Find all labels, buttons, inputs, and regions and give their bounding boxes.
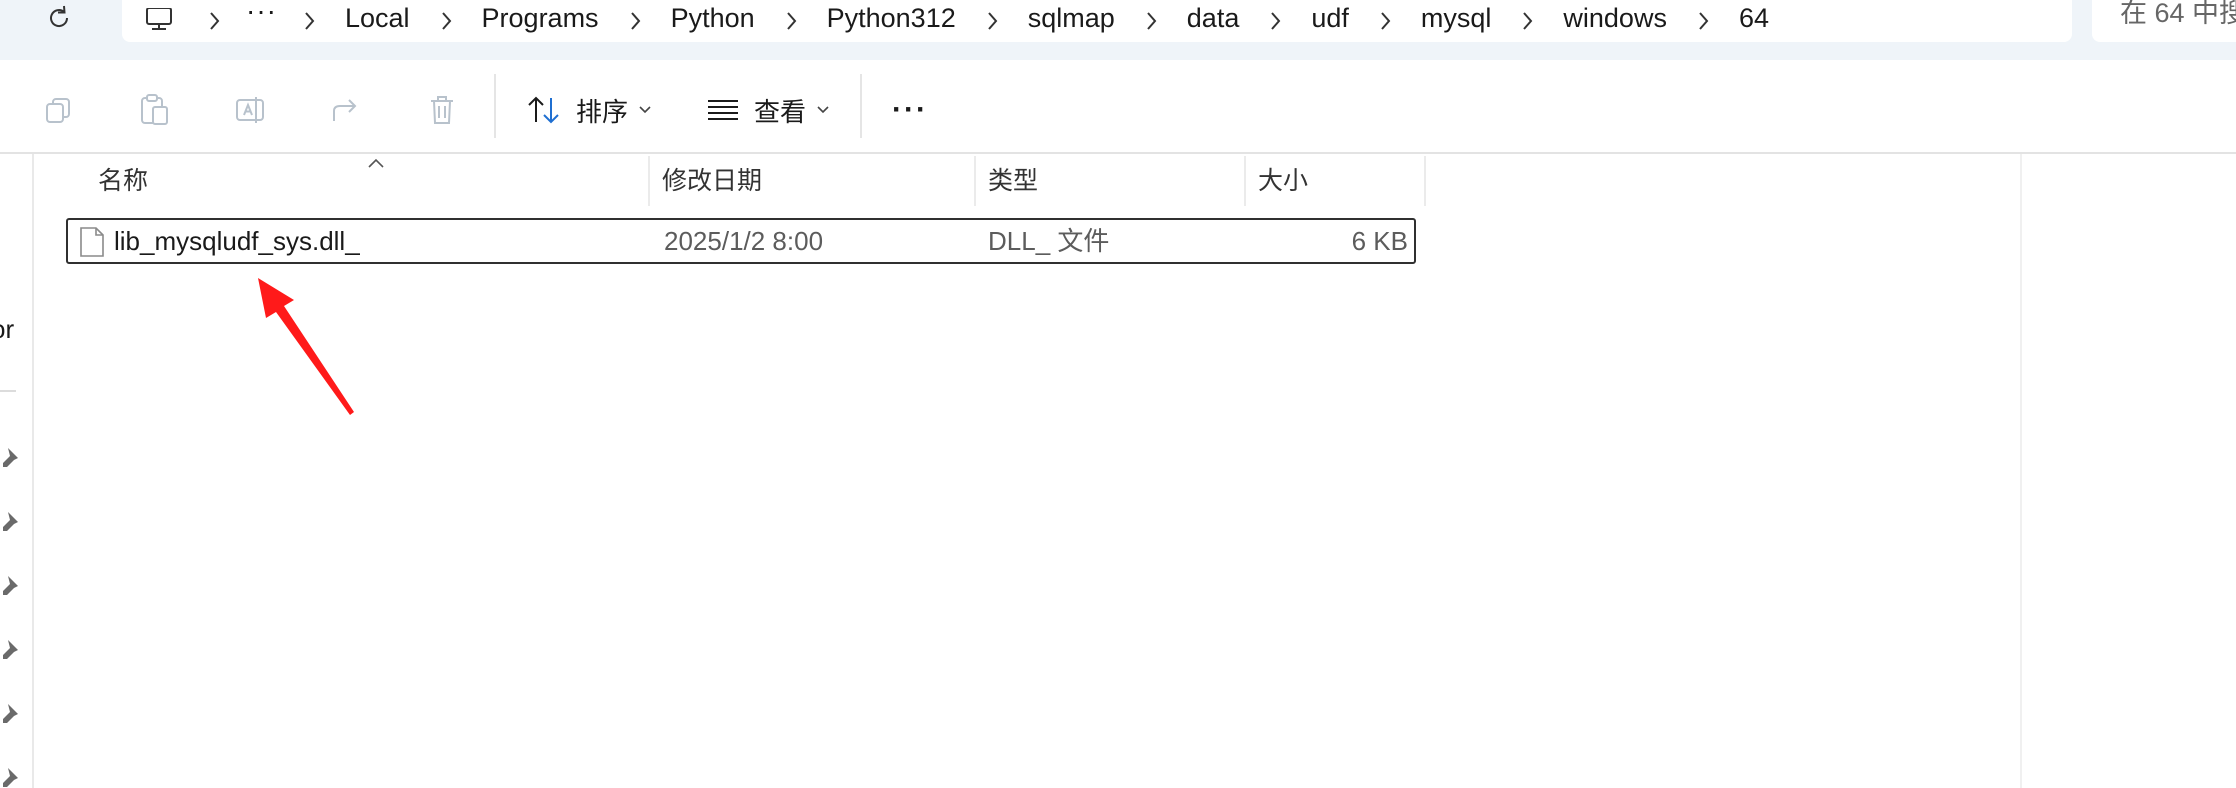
chevron-right-icon[interactable]	[964, 6, 1020, 36]
chevron-right-icon[interactable]	[1499, 6, 1555, 36]
file-type: DLL_ 文件	[988, 226, 1110, 256]
rename-icon	[236, 97, 264, 123]
pin-icon	[3, 640, 18, 659]
chevron-right-icon[interactable]	[607, 6, 663, 36]
chevron-right-icon	[281, 6, 337, 36]
column-header-modified[interactable]: 修改日期	[650, 156, 974, 206]
toolbar-divider	[860, 74, 862, 138]
breadcrumb-sqlmap[interactable]: sqlmap	[1020, 5, 1123, 36]
column-headers: 名称 修改日期 类型 大小	[64, 156, 1426, 206]
pin-icon	[3, 448, 18, 467]
pin-icon	[3, 704, 18, 723]
view-button[interactable]: 查看	[706, 88, 830, 132]
breadcrumb-python[interactable]: Python	[663, 5, 763, 36]
file-name[interactable]: lib_mysqludf_sys.dll_	[114, 220, 360, 262]
paste-icon	[141, 94, 168, 125]
this-pc-crumb[interactable]	[144, 6, 186, 36]
breadcrumb-mysql[interactable]: mysql	[1413, 5, 1500, 36]
toolbar-divider	[494, 74, 496, 138]
column-header-name[interactable]: 名称	[64, 156, 648, 206]
chevron-right-icon[interactable]	[1247, 6, 1303, 36]
breadcrumb-udf[interactable]: udf	[1303, 5, 1357, 36]
nav-separator	[0, 390, 16, 392]
sort-icon	[528, 96, 559, 124]
address-row: ··· Local Programs Python Python312 sqlm…	[0, 0, 2236, 60]
chevron-right-icon[interactable]	[186, 6, 242, 36]
sort-label: 排序	[576, 96, 629, 127]
copy-icon	[46, 98, 70, 123]
breadcrumb-windows[interactable]: windows	[1555, 5, 1675, 36]
details-pane-divider	[2020, 154, 2022, 788]
this-pc-icon	[146, 8, 172, 30]
share-icon	[333, 99, 357, 121]
column-header-type[interactable]: 类型	[976, 156, 1246, 206]
paste-button[interactable]	[134, 90, 174, 130]
refresh-button[interactable]	[36, 0, 82, 36]
chevron-down-icon	[816, 105, 830, 115]
view-icon	[708, 100, 738, 120]
file-icon	[80, 227, 104, 257]
share-button[interactable]	[326, 90, 366, 130]
column-header-size[interactable]: 大小	[1246, 156, 1424, 206]
refresh-icon	[50, 5, 69, 27]
file-row[interactable]: lib_mysqludf_sys.dll_ 2025/1/2 8:00 DLL_…	[66, 218, 1416, 264]
copy-button[interactable]	[38, 90, 78, 130]
command-bar: 排序 查看 ···	[0, 60, 2236, 154]
navigation-pane: sor	[0, 154, 34, 788]
file-explorer-window: ··· Local Programs Python Python312 sqlm…	[0, 0, 2236, 788]
chevron-right-icon[interactable]	[418, 6, 474, 36]
more-options-button[interactable]: ···	[892, 88, 928, 132]
file-modified: 2025/1/2 8:00	[664, 226, 824, 256]
chevron-right-icon[interactable]	[1357, 6, 1413, 36]
nav-item-label[interactable]: sor	[0, 314, 14, 345]
pin-icon	[3, 576, 18, 595]
address-bar[interactable]: ··· Local Programs Python Python312 sqlm…	[122, 0, 2072, 42]
chevron-right-icon[interactable]	[1675, 6, 1731, 36]
chevron-right-icon[interactable]	[1123, 6, 1179, 36]
search-input[interactable]: 在 64 中搜	[2092, 0, 2236, 42]
delete-button[interactable]	[422, 90, 462, 130]
file-size: 6 KB	[1351, 226, 1408, 256]
delete-icon	[431, 96, 453, 124]
chevron-down-icon	[638, 105, 652, 115]
breadcrumb-data[interactable]: data	[1179, 5, 1248, 36]
breadcrumb-64[interactable]: 64	[1731, 5, 1777, 36]
breadcrumb-more[interactable]: ···	[242, 0, 281, 36]
annotation-arrow-icon	[258, 278, 354, 415]
breadcrumb-local[interactable]: Local	[337, 5, 418, 36]
breadcrumb-python312[interactable]: Python312	[819, 5, 964, 36]
rename-button[interactable]	[230, 90, 270, 130]
pin-icon	[3, 512, 18, 531]
column-divider[interactable]	[1424, 156, 1426, 206]
chevron-right-icon[interactable]	[763, 6, 819, 36]
breadcrumb-programs[interactable]: Programs	[474, 5, 607, 36]
pin-icon	[3, 768, 18, 787]
view-label: 查看	[754, 96, 807, 127]
sort-button[interactable]: 排序	[526, 88, 652, 132]
